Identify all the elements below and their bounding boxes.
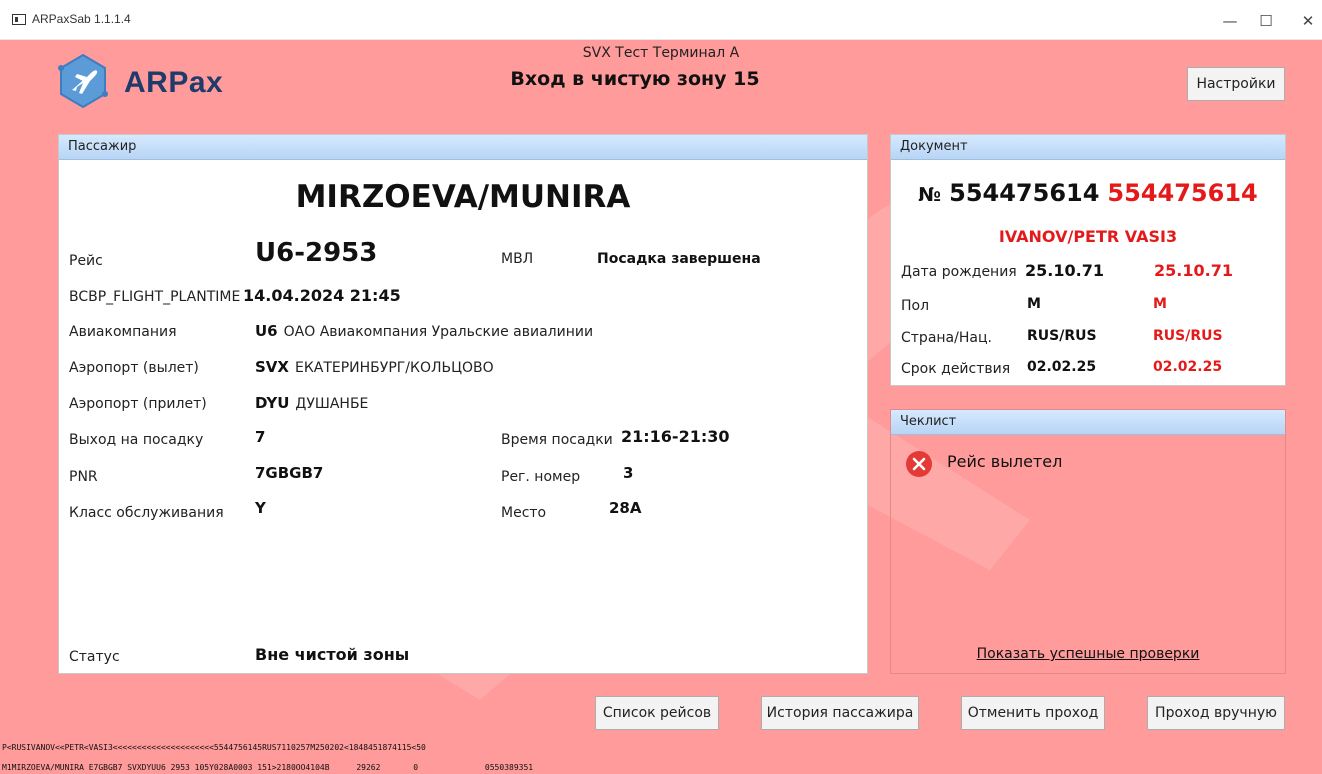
mvl-label: МВЛ: [501, 251, 534, 267]
plantime-label: BCBP_FLIGHT_PLANTIME: [69, 289, 241, 305]
bcbp-segment: M1MIRZOEVA/MUNIRA E7GBGB7 SVXDYUU6 2953 …: [2, 763, 330, 772]
arrival-airport-label: Аэропорт (прилет): [69, 396, 207, 412]
doc-row-value: 25.10.71: [1025, 261, 1104, 280]
doc-row-label: Дата рождения: [901, 264, 1017, 280]
maximize-button[interactable]: ☐: [1246, 8, 1286, 34]
gate-label: Выход на посадку: [69, 432, 204, 448]
close-button[interactable]: ✕: [1288, 8, 1322, 34]
document-number-scanned: 554475614: [949, 179, 1100, 207]
arrival-code: DYU: [255, 394, 290, 412]
airline-value: U6 ОАО Авиакомпания Уральские авиалинии: [255, 321, 593, 340]
airline-name: ОАО Авиакомпания Уральские авиалинии: [283, 324, 594, 340]
checklist-item-text: Рейс вылетел: [947, 452, 1063, 471]
app-area: ARPax SVX Тест Терминал А Вход в чистую …: [0, 40, 1322, 774]
doc-row-label: Пол: [901, 298, 930, 314]
doc-row-label: Страна/Нац.: [901, 330, 992, 346]
plantime-value: 14.04.2024 21:45: [243, 286, 401, 305]
flight-list-button[interactable]: Список рейсов: [595, 696, 719, 730]
departure-airport-value: SVX ЕКАТЕРИНБУРГ/КОЛЬЦОВО: [255, 357, 494, 376]
pnr-label: PNR: [69, 469, 98, 485]
passenger-panel: Пассажир MIRZOEVA/MUNIRA Рейс U6-2953 МВ…: [58, 134, 868, 674]
passenger-history-button[interactable]: История пассажира: [761, 696, 919, 730]
boarding-time-value: 21:16-21:30: [621, 427, 730, 446]
show-successful-checks-link[interactable]: Показать успешные проверки: [891, 646, 1285, 662]
airline-code: U6: [255, 322, 278, 340]
document-holder-name: IVANOV/PETR VASI3: [998, 227, 1178, 246]
window-title: ARPaxSab 1.1.1.4: [32, 12, 131, 26]
zone-title: Вход в чистую зону 15: [510, 68, 760, 90]
doc-row-value: RUS/RUS: [1027, 328, 1097, 344]
number-sign: №: [918, 184, 942, 206]
settings-button[interactable]: Настройки: [1187, 67, 1285, 101]
flight-label: Рейс: [69, 253, 103, 269]
arrival-name: ДУШАНБЕ: [295, 396, 369, 412]
document-number: № 554475614 554475614: [891, 179, 1285, 207]
doc-row-value: 02.02.25: [1027, 359, 1097, 375]
passenger-panel-header: Пассажир: [59, 135, 867, 160]
document-panel-header: Документ: [891, 135, 1285, 160]
bcbp-line: M1MIRZOEVA/MUNIRA E7GBGB7 SVXDYUU6 2953 …: [2, 763, 533, 772]
document-panel: Документ № 554475614 554475614 IVANOV/PETR…: [890, 134, 1286, 386]
bcbp-segment: 29262: [356, 763, 381, 772]
doc-row-value-red: M: [1153, 296, 1167, 312]
status-label: Статус: [69, 649, 120, 665]
terminal-name: SVX Тест Терминал А: [582, 45, 740, 61]
doc-row-value-red: 02.02.25: [1153, 359, 1223, 375]
error-circle-icon: [906, 451, 932, 477]
minimize-button[interactable]: —: [1210, 8, 1250, 34]
reg-number-value: 3: [623, 464, 634, 482]
doc-row-value-red: 25.10.71: [1154, 261, 1233, 280]
app-window-icon: [12, 14, 26, 25]
cancel-pass-button[interactable]: Отменить проход: [961, 696, 1105, 730]
airline-label: Авиакомпания: [69, 324, 177, 340]
class-label: Класс обслуживания: [69, 505, 224, 521]
departure-airport-label: Аэропорт (вылет): [69, 360, 199, 376]
seat-value: 28A: [609, 499, 642, 517]
boarding-status: Посадка завершена: [597, 251, 761, 267]
passenger-name: MIRZOEVA/MUNIRA: [295, 179, 631, 215]
status-value: Вне чистой зоны: [255, 645, 410, 664]
mrz-line: P<RUSIVANOV<<PETR<VASI3<<<<<<<<<<<<<<<<<…: [2, 743, 426, 752]
bcbp-segment: 0550389351: [484, 763, 534, 772]
bcbp-segment: 0: [413, 763, 419, 772]
checklist-panel: Чеклист Рейс вылетел Показать успешные п…: [890, 409, 1286, 674]
doc-row-value-red: RUS/RUS: [1153, 328, 1223, 344]
reg-number-label: Рег. номер: [501, 469, 581, 485]
seat-label: Место: [501, 505, 547, 521]
flight-number: U6-2953: [255, 238, 378, 268]
manual-pass-button[interactable]: Проход вручную: [1147, 696, 1285, 730]
checklist-panel-header: Чеклист: [891, 410, 1285, 435]
document-number-expected: 554475614: [1107, 179, 1258, 207]
class-value: Y: [255, 499, 266, 517]
departure-name: ЕКАТЕРИНБУРГ/КОЛЬЦОВО: [294, 360, 494, 376]
doc-row-label: Срок действия: [901, 361, 1011, 377]
departure-code: SVX: [255, 358, 289, 376]
arrival-airport-value: DYU ДУШАНБЕ: [255, 393, 368, 412]
window-titlebar: ARPaxSab 1.1.1.4 — ☐ ✕: [0, 0, 1322, 40]
boarding-time-label: Время посадки: [501, 432, 613, 448]
pnr-value: 7GBGB7: [255, 464, 324, 482]
gate-value: 7: [255, 428, 266, 446]
doc-row-value: M: [1027, 296, 1041, 312]
